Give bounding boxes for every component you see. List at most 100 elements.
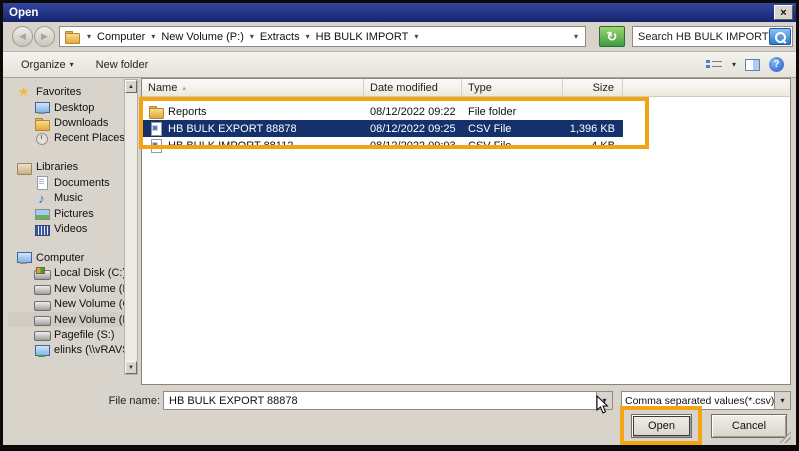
toolbar-right-group: ▾ ?	[706, 57, 784, 72]
item-label: New Volume (O:)	[54, 298, 124, 310]
item-label: Local Disk (C:)	[54, 267, 124, 279]
item-label: Videos	[54, 223, 87, 235]
drive-icon	[34, 313, 49, 326]
refresh-icon: ↻	[607, 29, 618, 45]
column-label: Date modified	[370, 82, 438, 94]
sidebar-item-desktop[interactable]: Desktop	[8, 100, 124, 115]
column-header-size[interactable]: Size	[563, 79, 623, 96]
search-icon[interactable]	[769, 28, 791, 45]
help-icon[interactable]: ?	[769, 57, 784, 72]
sidebar-item-music[interactable]: ♪ Music	[8, 191, 124, 206]
chevron-down-icon[interactable]: ▾	[732, 60, 736, 69]
refresh-button[interactable]: ↻	[599, 26, 625, 47]
command-toolbar: Organize ▾ New folder ▾ ?	[3, 52, 796, 78]
item-label: Downloads	[54, 117, 108, 129]
navigation-bar: ◀ ▶ ▾ Computer ▾ New Volume (P:) ▾ Extra…	[3, 22, 796, 52]
title-bar[interactable]: Open ×	[3, 3, 796, 22]
preview-pane-icon[interactable]	[745, 59, 760, 71]
recent-places-icon	[34, 132, 49, 145]
column-header-type[interactable]: Type	[462, 79, 563, 96]
sidebar-item-elinks-network[interactable]: elinks (\\vRAVSCT6	[8, 343, 124, 358]
item-label: New Volume (P:)	[54, 314, 124, 326]
sidebar-item-recent-places[interactable]: Recent Places	[8, 131, 124, 146]
computer-icon	[16, 251, 31, 264]
help-glyph: ?	[773, 59, 779, 70]
item-label: Music	[54, 192, 83, 204]
organize-label: Organize	[21, 59, 66, 71]
folder-icon	[64, 30, 79, 43]
sort-ascending-icon: ▴	[182, 84, 186, 92]
sidebar-item-documents[interactable]: Documents	[8, 175, 124, 190]
sidebar-item-libraries[interactable]: Libraries	[8, 159, 124, 175]
scroll-down-icon: ▼	[128, 365, 134, 371]
cancel-button-label: Cancel	[732, 420, 766, 432]
group-label: Favorites	[36, 86, 81, 98]
column-header-filler	[623, 79, 790, 96]
chevron-down-icon[interactable]: ▾	[411, 32, 421, 41]
breadcrumb-item-new-volume-p[interactable]: New Volume (P:)	[158, 31, 247, 43]
search-box[interactable]: Search HB BULK IMPORT	[632, 26, 793, 47]
file-type-dropdown-button[interactable]: ▾	[774, 392, 790, 409]
sidebar-item-downloads[interactable]: Downloads	[8, 115, 124, 130]
organize-button[interactable]: Organize ▾	[15, 56, 80, 74]
chevron-down-icon[interactable]: ▾	[303, 32, 313, 41]
cancel-button[interactable]: Cancel	[711, 414, 787, 438]
sidebar-item-pictures[interactable]: Pictures	[8, 206, 124, 221]
item-label: elinks (\\vRAVSCT6	[54, 344, 124, 356]
computer-group: Computer Local Disk (C:) New Volume (D:)…	[8, 250, 124, 358]
sidebar-item-videos[interactable]: Videos	[8, 221, 124, 236]
column-header-name[interactable]: Name ▴	[142, 79, 364, 96]
chevron-down-icon[interactable]: ▾	[247, 32, 257, 41]
sidebar-scrollbar[interactable]: ▲ ▼	[124, 79, 138, 375]
scroll-up-icon: ▲	[128, 84, 134, 90]
highlight-box-open-button	[620, 406, 702, 445]
new-folder-button[interactable]: New folder	[90, 56, 155, 74]
sidebar-item-favorites[interactable]: ★ Favorites	[8, 84, 124, 100]
libraries-icon	[16, 161, 31, 174]
file-type-value: Comma separated values(*.csv)	[622, 395, 774, 407]
breadcrumb-item-computer[interactable]: Computer	[94, 31, 148, 43]
sidebar-item-new-volume-o[interactable]: New Volume (O:)	[8, 297, 124, 312]
window-title: Open	[9, 7, 38, 19]
address-dropdown-icon[interactable]: ▾	[571, 32, 581, 41]
group-label: Libraries	[36, 161, 78, 173]
chevron-down-icon[interactable]: ▾	[148, 32, 158, 41]
sidebar-item-local-disk-c[interactable]: Local Disk (C:)	[8, 266, 124, 281]
desktop-icon	[34, 101, 49, 114]
sidebar-item-new-volume-d[interactable]: New Volume (D:)	[8, 281, 124, 296]
search-input[interactable]: Search HB BULK IMPORT	[633, 31, 769, 43]
sidebar-item-new-volume-p[interactable]: New Volume (P:)	[8, 312, 124, 327]
change-view-icon[interactable]	[706, 59, 723, 71]
open-dialog-window: Open × ◀ ▶ ▾ Computer ▾ New Volume (P:) …	[0, 0, 799, 451]
group-label: Computer	[36, 252, 84, 264]
chevron-down-icon[interactable]: ▾	[84, 32, 94, 41]
new-folder-label: New folder	[96, 59, 149, 71]
breadcrumb-item-hb-bulk-import[interactable]: HB BULK IMPORT	[313, 31, 412, 43]
sidebar-item-pagefile-s[interactable]: Pagefile (S:)	[8, 327, 124, 342]
column-header-date-modified[interactable]: Date modified	[364, 79, 462, 96]
documents-icon	[34, 176, 49, 189]
item-label: Pagefile (S:)	[54, 329, 115, 341]
network-drive-icon	[34, 344, 49, 357]
item-label: Recent Places	[54, 132, 124, 144]
breadcrumb-item-extracts[interactable]: Extracts	[257, 31, 303, 43]
forward-icon: ▶	[41, 31, 48, 42]
scroll-up-button[interactable]: ▲	[125, 80, 137, 93]
sidebar-item-computer[interactable]: Computer	[8, 250, 124, 266]
chevron-down-icon: ▾	[780, 396, 784, 405]
star-icon: ★	[16, 86, 31, 99]
back-button[interactable]: ◀	[12, 26, 33, 47]
drive-icon	[34, 282, 49, 295]
close-button[interactable]: ×	[774, 5, 793, 20]
forward-button[interactable]: ▶	[34, 26, 55, 47]
item-label: Pictures	[54, 208, 94, 220]
column-label: Size	[593, 82, 614, 94]
file-name-dropdown-button[interactable]: ▾	[596, 392, 612, 409]
close-icon: ×	[780, 7, 786, 19]
music-icon: ♪	[34, 192, 49, 205]
file-name-combobox[interactable]: HB BULK EXPORT 88878 ▾	[163, 391, 613, 410]
scroll-down-button[interactable]: ▼	[125, 361, 137, 374]
chevron-down-icon: ▾	[70, 60, 74, 69]
file-name-input[interactable]: HB BULK EXPORT 88878	[164, 395, 596, 407]
drive-icon	[34, 298, 49, 311]
